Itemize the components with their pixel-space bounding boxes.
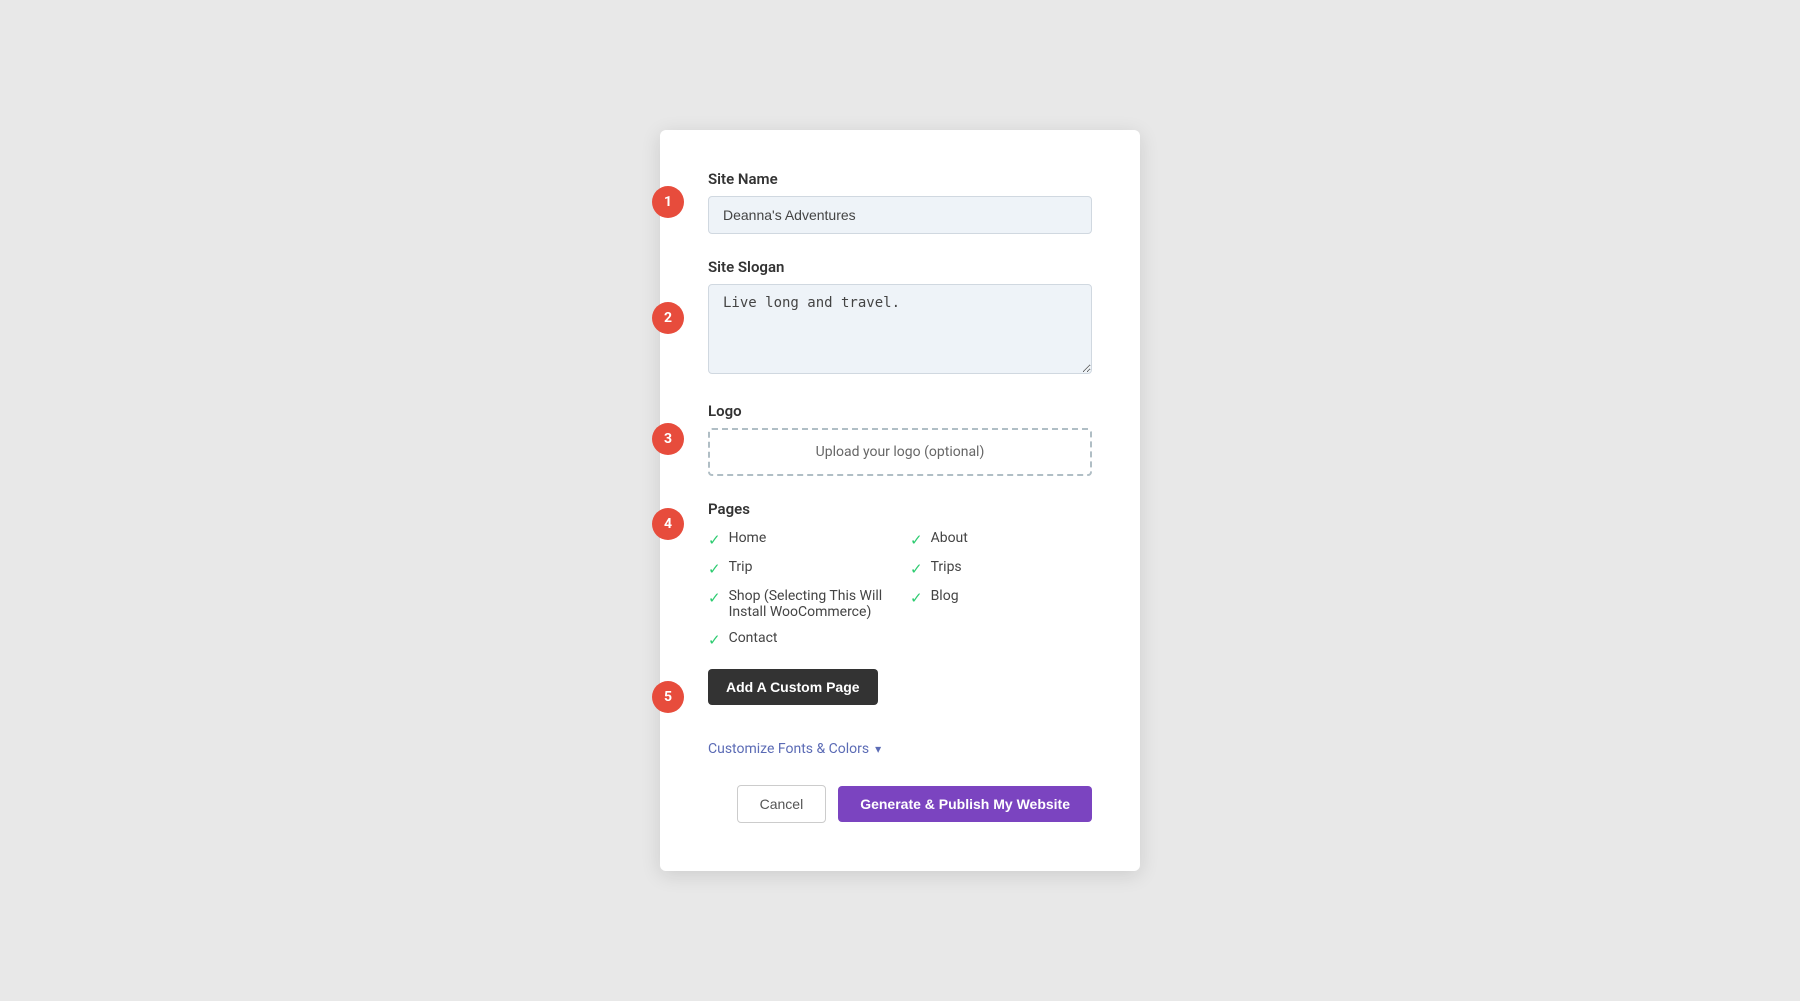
page-label-about: About — [931, 530, 968, 546]
check-icon-contact: ✓ — [708, 631, 721, 649]
check-icon-trips: ✓ — [910, 560, 923, 578]
main-modal: 1 Site Name 2 Site Slogan Live long and … — [660, 130, 1140, 871]
check-icon-about: ✓ — [910, 531, 923, 549]
page-item-trips[interactable]: ✓ Trips — [910, 559, 1092, 578]
step-badge-5: 5 — [652, 681, 684, 713]
customize-fonts-link[interactable]: Customize Fonts & Colors ▾ — [708, 741, 1092, 757]
page-item-contact[interactable]: ✓ Contact — [708, 630, 890, 649]
site-slogan-label: Site Slogan — [708, 258, 1092, 276]
page-item-home[interactable]: ✓ Home — [708, 530, 890, 549]
add-custom-page-button[interactable]: Add A Custom Page — [708, 669, 878, 705]
check-icon-blog: ✓ — [910, 589, 923, 607]
logo-upload-area[interactable]: Upload your logo (optional) — [708, 428, 1092, 476]
site-slogan-group: 2 Site Slogan Live long and travel. — [708, 258, 1092, 378]
cancel-button[interactable]: Cancel — [737, 785, 827, 823]
chevron-down-icon: ▾ — [875, 742, 881, 756]
page-item-shop[interactable]: ✓ Shop (Selecting This Will Install WooC… — [708, 588, 890, 620]
site-name-label: Site Name — [708, 170, 1092, 188]
step-badge-3: 3 — [652, 423, 684, 455]
site-slogan-textarea[interactable]: Live long and travel. — [708, 284, 1092, 374]
pages-section: 4 Pages ✓ Home ✓ About ✓ Trip ✓ Trips ✓ — [708, 500, 1092, 649]
page-label-shop: Shop (Selecting This Will Install WooCom… — [729, 588, 890, 620]
page-label-trip: Trip — [729, 559, 753, 575]
check-icon-trip: ✓ — [708, 560, 721, 578]
page-label-contact: Contact — [729, 630, 778, 646]
add-custom-wrap: 5 Add A Custom Page — [708, 669, 1092, 725]
logo-label: Logo — [708, 402, 1092, 420]
page-item-blog[interactable]: ✓ Blog — [910, 588, 1092, 620]
logo-group: 3 Logo Upload your logo (optional) — [708, 402, 1092, 476]
step-badge-4: 4 — [652, 508, 684, 540]
pages-grid: ✓ Home ✓ About ✓ Trip ✓ Trips ✓ Shop (Se… — [708, 530, 1092, 649]
page-item-trip[interactable]: ✓ Trip — [708, 559, 890, 578]
page-label-home: Home — [729, 530, 767, 546]
check-icon-home: ✓ — [708, 531, 721, 549]
page-label-trips: Trips — [931, 559, 962, 575]
footer-buttons: Cancel Generate & Publish My Website — [708, 785, 1092, 823]
check-icon-shop: ✓ — [708, 589, 721, 607]
page-label-blog: Blog — [931, 588, 959, 604]
step-badge-2: 2 — [652, 302, 684, 334]
step-badge-1: 1 — [652, 186, 684, 218]
page-item-about[interactable]: ✓ About — [910, 530, 1092, 549]
customize-fonts-label: Customize Fonts & Colors — [708, 741, 869, 757]
publish-button[interactable]: Generate & Publish My Website — [838, 786, 1092, 822]
site-name-group: 1 Site Name — [708, 170, 1092, 234]
site-name-input[interactable] — [708, 196, 1092, 234]
pages-label: Pages — [708, 500, 1092, 518]
